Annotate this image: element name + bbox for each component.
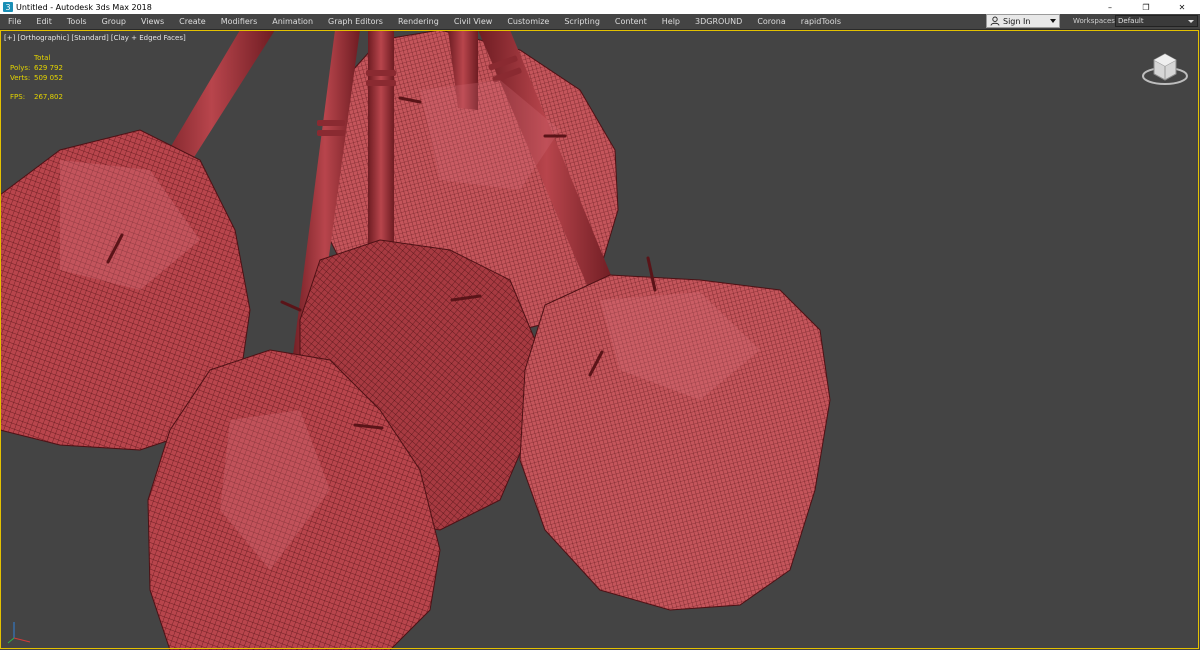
menu-create[interactable]: Create xyxy=(171,14,213,29)
axis-tripod-icon xyxy=(7,622,31,644)
sign-in-dropdown[interactable]: Sign In xyxy=(986,14,1060,28)
menu-modifiers[interactable]: Modifiers xyxy=(213,14,265,29)
svg-text:3: 3 xyxy=(5,3,10,12)
menu-rendering[interactable]: Rendering xyxy=(390,14,446,29)
workspaces-value: Default xyxy=(1118,17,1144,25)
workspaces-label: Workspaces: xyxy=(1073,17,1118,25)
window-title: Untitled - Autodesk 3ds Max 2018 xyxy=(16,2,152,12)
menu-tools[interactable]: Tools xyxy=(59,14,94,29)
menu-file[interactable]: File xyxy=(0,14,28,29)
chevron-down-icon xyxy=(1050,19,1056,23)
viewport-statistics: Total Polys: 629 792 Verts: 509 052 FPS:… xyxy=(10,53,63,102)
viewport-label-menu[interactable]: [+] [Orthographic] [Standard] [Clay + Ed… xyxy=(4,34,186,42)
menu-corona[interactable]: Corona xyxy=(749,14,792,29)
menu-animation[interactable]: Animation xyxy=(264,14,320,29)
menu-rapidtools[interactable]: rapidTools xyxy=(793,14,848,29)
stats-verts-label: Verts: xyxy=(10,74,31,82)
user-icon xyxy=(990,16,1000,26)
viewcube-icon[interactable] xyxy=(1140,48,1190,93)
menu-edit[interactable]: Edit xyxy=(28,14,59,29)
scene-render xyxy=(0,30,831,650)
stats-fps-label: FPS: xyxy=(10,93,26,101)
menu-graph-editors[interactable]: Graph Editors xyxy=(320,14,390,29)
menu-civil-view[interactable]: Civil View xyxy=(446,14,500,29)
stats-polys-label: Polys: xyxy=(10,64,31,72)
stats-total-label: Total xyxy=(34,54,51,62)
title-bar: 3 Untitled - Autodesk 3ds Max 2018 – ❐ ✕ xyxy=(0,0,1200,14)
menu-views[interactable]: Views xyxy=(133,14,171,29)
chevron-down-icon xyxy=(1188,20,1194,23)
workspaces-select[interactable]: Default xyxy=(1115,15,1198,27)
3dsmax-app-icon: 3 xyxy=(3,2,13,12)
menu-scripting[interactable]: Scripting xyxy=(556,14,607,29)
sign-in-label: Sign In xyxy=(1003,16,1031,26)
menu-group[interactable]: Group xyxy=(94,14,133,29)
stats-fps-value: 267,802 xyxy=(34,93,63,101)
restore-button[interactable]: ❐ xyxy=(1128,0,1164,14)
minimize-button[interactable]: – xyxy=(1092,0,1128,14)
stats-verts-value: 509 052 xyxy=(34,74,63,82)
menu-help[interactable]: Help xyxy=(654,14,687,29)
stats-polys-value: 629 792 xyxy=(34,64,63,72)
window-controls: – ❐ ✕ xyxy=(1092,0,1200,14)
menu-customize[interactable]: Customize xyxy=(499,14,556,29)
menu-content[interactable]: Content xyxy=(607,14,654,29)
perspective-viewport[interactable] xyxy=(0,30,1200,650)
menu-3dground[interactable]: 3DGROUND xyxy=(687,14,749,29)
close-button[interactable]: ✕ xyxy=(1164,0,1200,14)
